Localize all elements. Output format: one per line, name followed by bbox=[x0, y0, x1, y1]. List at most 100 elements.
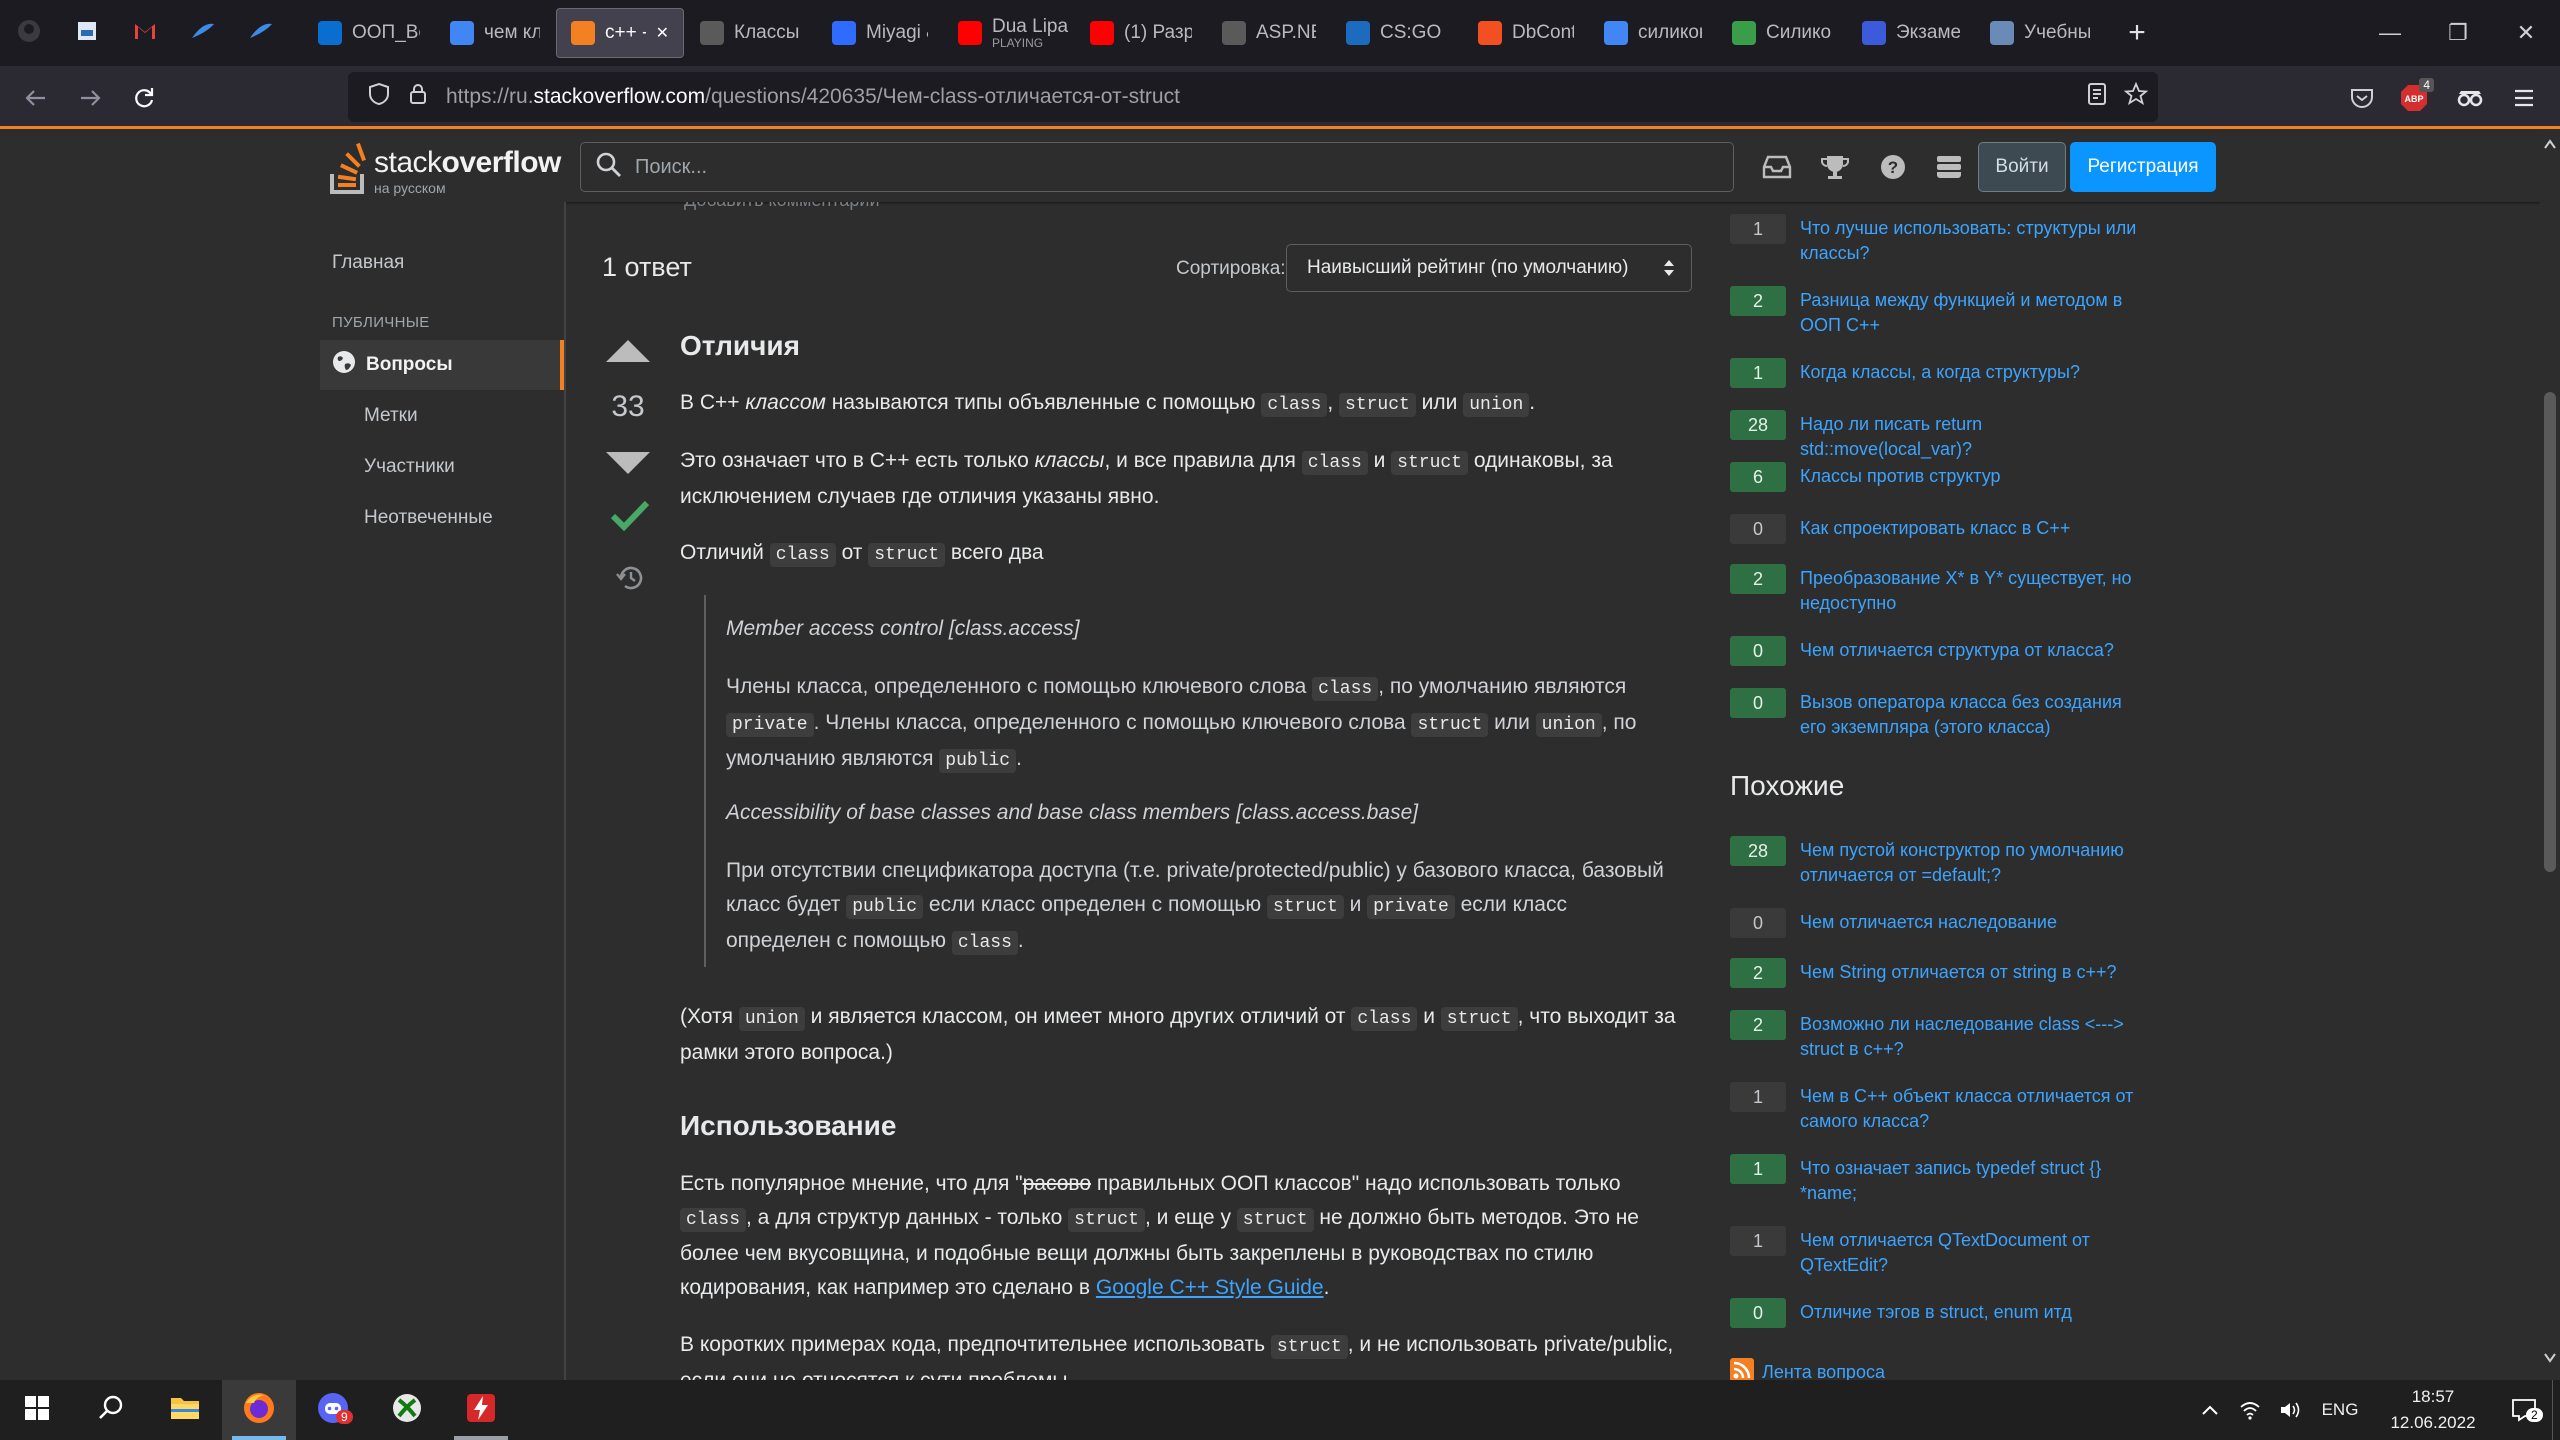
language-indicator[interactable]: ENG bbox=[2310, 1400, 2370, 1420]
downvote-icon[interactable] bbox=[604, 450, 652, 482]
taskbar-xbox[interactable] bbox=[370, 1380, 444, 1440]
pinned-tab-app1[interactable] bbox=[174, 0, 232, 66]
browser-tab[interactable]: Классы и bbox=[686, 8, 816, 58]
add-comment-link[interactable]: Добавить комментарий bbox=[684, 202, 880, 211]
reader-view-icon[interactable] bbox=[2086, 82, 2108, 112]
address-bar[interactable]: https://ru.stackoverflow.com/questions/4… bbox=[348, 72, 2158, 122]
site-search[interactable] bbox=[580, 142, 1734, 192]
taskbar-firefox[interactable] bbox=[222, 1380, 296, 1440]
sidebar-question[interactable]: 0 Чем отличается наследование bbox=[1730, 908, 2150, 938]
start-button[interactable] bbox=[0, 1380, 74, 1440]
sidebar-question-title: Когда классы, а когда структуры? bbox=[1800, 362, 2081, 382]
browser-tab[interactable]: c++ - ✕ bbox=[556, 8, 684, 58]
forward-icon[interactable] bbox=[68, 76, 112, 120]
scroll-down-icon[interactable] bbox=[2544, 1350, 2556, 1368]
upvote-icon[interactable] bbox=[604, 338, 652, 370]
sidebar-question[interactable]: 1 Чем отличается QTextDocument от QTextEd… bbox=[1730, 1226, 2150, 1278]
sidebar-item-home[interactable]: Главная bbox=[332, 252, 404, 274]
browser-tab[interactable]: Учебный bbox=[1976, 8, 2104, 58]
sidebar-question[interactable]: 2 Преобразование X* в Y* существует, но н… bbox=[1730, 564, 2150, 616]
browser-tab[interactable]: Miyagi & bbox=[818, 8, 942, 58]
pocket-icon[interactable] bbox=[2340, 76, 2384, 120]
taskbar-file-explorer[interactable] bbox=[148, 1380, 222, 1440]
sidebar-question[interactable]: 0 Как спроектировать класс в C++ bbox=[1730, 514, 2150, 544]
browser-tab[interactable]: ООП_Во bbox=[304, 8, 434, 58]
sidebar-item-tags[interactable]: Метки bbox=[364, 405, 418, 427]
page-scrollbar[interactable] bbox=[2540, 132, 2560, 1380]
browser-tab[interactable]: (1) Разра bbox=[1076, 8, 1206, 58]
sidebar-question[interactable]: 0 Чем отличается структура от класса? bbox=[1730, 636, 2150, 666]
reload-icon[interactable] bbox=[122, 76, 166, 120]
login-button[interactable]: Войти bbox=[1978, 142, 2066, 192]
browser-tab[interactable]: силикон bbox=[1590, 8, 1716, 58]
browser-tab[interactable]: CS:GO M bbox=[1332, 8, 1462, 58]
tab-label-group: Dua Lipa PLAYING bbox=[992, 16, 1068, 50]
browser-tab[interactable]: Dua Lipa PLAYING bbox=[944, 8, 1074, 58]
related-heading: Похожие bbox=[1730, 770, 1845, 801]
sidebar-question[interactable]: 2 Разница между функцией и методом в ООП … bbox=[1730, 286, 2150, 338]
inbox-icon[interactable] bbox=[1760, 150, 1794, 184]
minimize-icon[interactable]: — bbox=[2356, 0, 2424, 66]
scrollbar-thumb[interactable] bbox=[2544, 392, 2556, 872]
tab-label: Силикон bbox=[1766, 22, 1832, 43]
tray-expand-icon[interactable] bbox=[2190, 1404, 2230, 1416]
sidebar-question[interactable]: 28 Чем пустой конструктор по умолчанию от… bbox=[1730, 836, 2150, 888]
extension-glasses-icon[interactable] bbox=[2448, 76, 2492, 120]
heading-usage: Использование bbox=[680, 1110, 897, 1141]
search-input[interactable] bbox=[635, 155, 1635, 179]
sidebar-item-questions[interactable]: Вопросы bbox=[320, 340, 564, 390]
network-icon[interactable] bbox=[2230, 1400, 2270, 1420]
app-menu-icon[interactable] bbox=[2502, 76, 2546, 120]
taskbar-search[interactable] bbox=[74, 1380, 148, 1440]
trophy-icon[interactable] bbox=[1818, 150, 1852, 184]
search-icon bbox=[97, 1394, 125, 1427]
close-tab-icon[interactable]: ✕ bbox=[656, 23, 669, 43]
volume-icon[interactable] bbox=[2270, 1400, 2310, 1420]
question-feed-link[interactable]: Лента вопроса bbox=[1730, 1358, 1885, 1380]
sidebar-question[interactable]: 6 Классы против структур bbox=[1730, 462, 2150, 492]
show-desktop-button[interactable] bbox=[2552, 1380, 2560, 1440]
restore-icon[interactable]: ❐ bbox=[2424, 0, 2492, 66]
new-tab-button[interactable]: + bbox=[2112, 8, 2162, 58]
site-switcher-icon[interactable] bbox=[1932, 150, 1966, 184]
browser-tab[interactable]: DbConte bbox=[1464, 8, 1588, 58]
help-icon[interactable]: ? bbox=[1876, 150, 1910, 184]
pinned-tab-docs[interactable] bbox=[58, 0, 116, 66]
browser-tab[interactable]: ASP.NET bbox=[1208, 8, 1330, 58]
sidebar-question[interactable]: 0 Отличие тэгов в struct, enum итд bbox=[1730, 1298, 2150, 1328]
sidebar-question[interactable]: 1 Что означает запись typedef struct {} *… bbox=[1730, 1154, 2150, 1206]
sidebar-item-users[interactable]: Участники bbox=[364, 456, 455, 478]
signup-button[interactable]: Регистрация bbox=[2070, 142, 2216, 192]
scroll-up-icon[interactable] bbox=[2544, 136, 2556, 154]
clock[interactable]: 18:57 12.06.2022 bbox=[2370, 1384, 2496, 1436]
close-window-icon[interactable]: ✕ bbox=[2492, 0, 2560, 66]
browser-tab[interactable]: Экзамен bbox=[1848, 8, 1974, 58]
pinned-tab-github[interactable] bbox=[0, 0, 58, 66]
stackoverflow-logo[interactable]: stackoverflow на русском bbox=[328, 136, 568, 198]
sidebar-question[interactable]: 0 Вызов оператора класса без создания его… bbox=[1730, 688, 2150, 740]
sidebar-question-title: Чем String отличается от string в c++? bbox=[1800, 962, 2117, 982]
browser-tab[interactable]: Силикон bbox=[1718, 8, 1846, 58]
lock-icon[interactable] bbox=[408, 82, 428, 112]
sidebar-question[interactable]: 1 Чем в C++ объект класса отличается от с… bbox=[1730, 1082, 2150, 1134]
sidebar-question[interactable]: 2 Возможно ли наследование class <---> st… bbox=[1730, 1010, 2150, 1062]
adblock-icon[interactable]: ABP 4 bbox=[2392, 76, 2436, 120]
bookmark-star-icon[interactable] bbox=[2123, 81, 2149, 112]
history-icon[interactable] bbox=[616, 564, 646, 598]
shield-icon[interactable] bbox=[368, 82, 390, 112]
pinned-tab-app2[interactable] bbox=[232, 0, 290, 66]
sidebar-item-unanswered[interactable]: Неотвеченные bbox=[364, 507, 493, 529]
taskbar-app-red[interactable] bbox=[444, 1380, 518, 1440]
browser-tab[interactable]: чем клас bbox=[436, 8, 554, 58]
notification-center-icon[interactable]: 2 bbox=[2496, 1398, 2552, 1422]
sidebar-question[interactable]: 1 Что лучше использовать: структуры или к… bbox=[1730, 214, 2150, 266]
youtube-icon bbox=[958, 21, 982, 45]
back-icon[interactable] bbox=[14, 76, 58, 120]
sidebar-question[interactable]: 28 Надо ли писать return std::move(local_… bbox=[1730, 410, 2150, 462]
sidebar-question[interactable]: 1 Когда классы, а когда структуры? bbox=[1730, 358, 2150, 388]
taskbar-discord[interactable]: 9 bbox=[296, 1380, 370, 1440]
sort-select[interactable]: Наивысший рейтинг (по умолчанию) bbox=[1286, 244, 1692, 292]
google-style-guide-link[interactable]: Google C++ Style Guide bbox=[1096, 1276, 1324, 1299]
pinned-tab-gmail[interactable] bbox=[116, 0, 174, 66]
sidebar-question[interactable]: 2 Чем String отличается от string в c++? bbox=[1730, 958, 2150, 988]
